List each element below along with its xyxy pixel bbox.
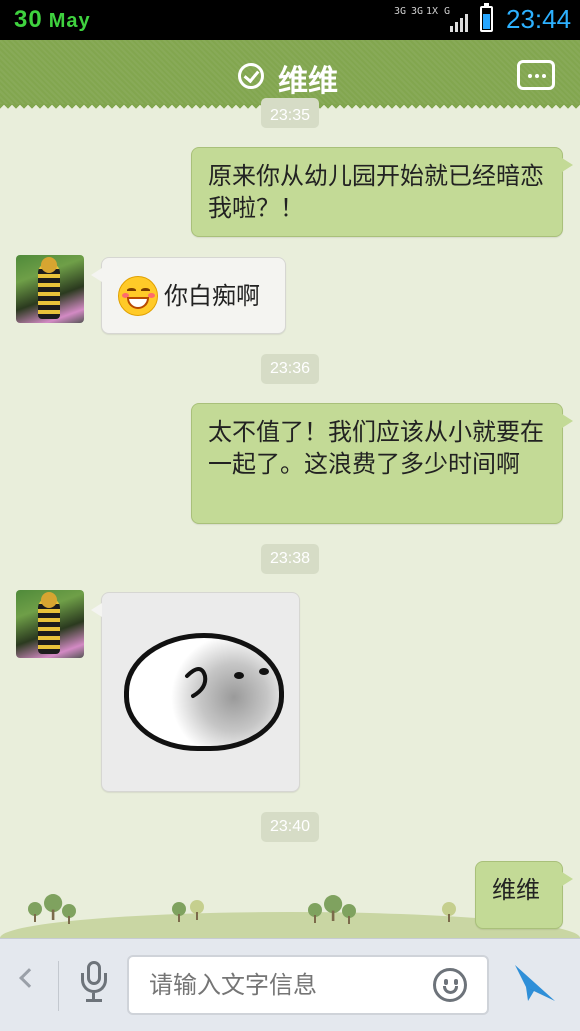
- outgoing-message[interactable]: 太不值了！我们应该从小就要在一起了。这浪费了多少时间啊: [191, 403, 573, 524]
- message-timestamp: 23:36: [261, 354, 319, 384]
- more-menu-button[interactable]: [517, 60, 555, 90]
- contact-avatar[interactable]: [16, 590, 84, 658]
- signal-icon: [450, 12, 470, 32]
- dot-icon: [528, 74, 532, 78]
- incoming-sticker-message[interactable]: [91, 592, 300, 792]
- chat-title[interactable]: 维维: [278, 56, 338, 100]
- battery-level: [483, 13, 490, 29]
- battery-icon: [480, 3, 493, 32]
- smiley-icon[interactable]: [433, 968, 467, 1002]
- round-blob-face-sticker: [124, 633, 284, 751]
- network-3g-label: 3G: [394, 6, 407, 17]
- contact-avatar[interactable]: [16, 255, 84, 323]
- verified-check-icon: [238, 63, 264, 89]
- message-timestamp: 23:38: [261, 544, 319, 574]
- status-date-month: May: [48, 10, 91, 32]
- status-time: 23:44: [506, 4, 572, 34]
- message-timestamp: 23:40: [261, 812, 319, 842]
- incoming-message-text: 你白痴啊: [164, 282, 260, 310]
- status-date: 30 May: [14, 6, 91, 34]
- outgoing-message[interactable]: 维维: [475, 861, 573, 929]
- chevron-left-icon[interactable]: [19, 968, 39, 988]
- divider: [58, 961, 59, 1011]
- status-date-day: 30: [14, 6, 43, 33]
- blob-mouth-stroke: [185, 667, 208, 698]
- dot-icon: [542, 74, 546, 78]
- incoming-message[interactable]: 你白痴啊: [91, 257, 286, 334]
- microphone-icon[interactable]: [80, 961, 108, 1007]
- grinning-squint-emoji-icon: [118, 276, 158, 316]
- message-input-bar: [0, 938, 580, 1031]
- status-bar: 30 May 3G 3G 1X G 23:44: [0, 0, 580, 40]
- network-1x-label: 1X: [426, 6, 439, 17]
- outgoing-message[interactable]: 原来你从幼儿园开始就已经暗恋我啦？！: [191, 147, 573, 237]
- message-timestamp: 23:35: [261, 98, 319, 128]
- send-icon[interactable]: [512, 961, 558, 1007]
- network-3g-label-2: 3G: [411, 6, 424, 17]
- dot-icon: [535, 74, 539, 78]
